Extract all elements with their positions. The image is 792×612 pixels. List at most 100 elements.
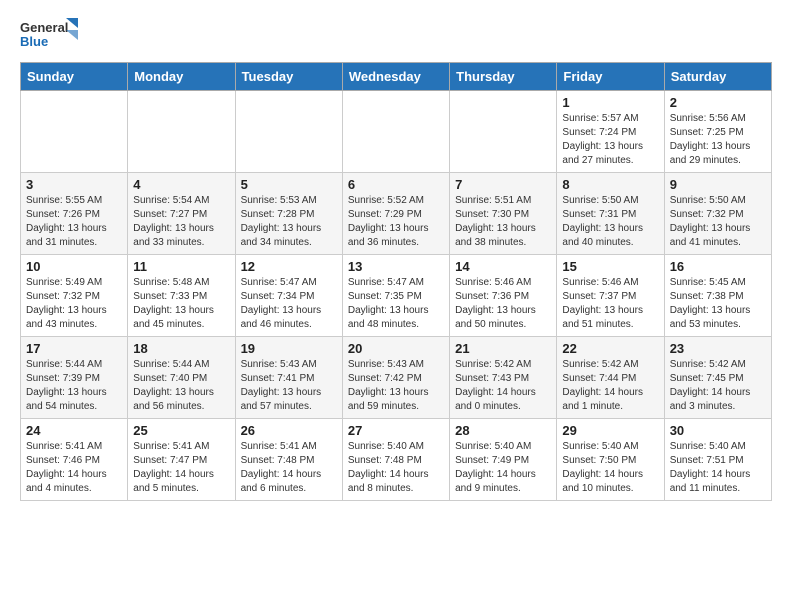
- day-number: 30: [670, 423, 766, 438]
- day-cell: 30 Sunrise: 5:40 AM Sunset: 7:51 PM Dayli…: [664, 419, 771, 501]
- day-header-wednesday: Wednesday: [342, 63, 449, 91]
- day-info: Sunrise: 5:43 AM Sunset: 7:41 PM Dayligh…: [241, 358, 337, 414]
- day-number: 1: [562, 95, 658, 110]
- day-number: 24: [26, 423, 122, 438]
- day-cell: [450, 91, 557, 173]
- day-info: Sunrise: 5:42 AM Sunset: 7:44 PM Dayligh…: [562, 358, 658, 414]
- day-header-monday: Monday: [128, 63, 235, 91]
- day-number: 19: [241, 341, 337, 356]
- day-number: 6: [348, 177, 444, 192]
- day-number: 27: [348, 423, 444, 438]
- day-number: 17: [26, 341, 122, 356]
- day-number: 28: [455, 423, 551, 438]
- day-cell: 16 Sunrise: 5:45 AM Sunset: 7:38 PM Dayli…: [664, 255, 771, 337]
- day-info: Sunrise: 5:41 AM Sunset: 7:47 PM Dayligh…: [133, 440, 229, 496]
- day-cell: 1 Sunrise: 5:57 AM Sunset: 7:24 PM Daylig…: [557, 91, 664, 173]
- week-row-1: 1 Sunrise: 5:57 AM Sunset: 7:24 PM Daylig…: [21, 91, 772, 173]
- day-cell: 2 Sunrise: 5:56 AM Sunset: 7:25 PM Daylig…: [664, 91, 771, 173]
- day-info: Sunrise: 5:51 AM Sunset: 7:30 PM Dayligh…: [455, 194, 551, 250]
- day-number: 2: [670, 95, 766, 110]
- day-number: 14: [455, 259, 551, 274]
- day-number: 25: [133, 423, 229, 438]
- day-number: 20: [348, 341, 444, 356]
- day-cell: 19 Sunrise: 5:43 AM Sunset: 7:41 PM Dayli…: [235, 337, 342, 419]
- day-info: Sunrise: 5:52 AM Sunset: 7:29 PM Dayligh…: [348, 194, 444, 250]
- day-info: Sunrise: 5:50 AM Sunset: 7:32 PM Dayligh…: [670, 194, 766, 250]
- day-info: Sunrise: 5:40 AM Sunset: 7:49 PM Dayligh…: [455, 440, 551, 496]
- day-info: Sunrise: 5:40 AM Sunset: 7:48 PM Dayligh…: [348, 440, 444, 496]
- svg-text:Blue: Blue: [20, 34, 48, 49]
- day-cell: [128, 91, 235, 173]
- day-cell: 15 Sunrise: 5:46 AM Sunset: 7:37 PM Dayli…: [557, 255, 664, 337]
- header: General Blue: [20, 16, 772, 52]
- day-info: Sunrise: 5:40 AM Sunset: 7:51 PM Dayligh…: [670, 440, 766, 496]
- day-number: 3: [26, 177, 122, 192]
- day-cell: 8Sunrise: 5:50 AM Sunset: 7:31 PM Daylig…: [557, 173, 664, 255]
- day-info: Sunrise: 5:46 AM Sunset: 7:37 PM Dayligh…: [562, 276, 658, 332]
- day-cell: 26 Sunrise: 5:41 AM Sunset: 7:48 PM Dayli…: [235, 419, 342, 501]
- day-cell: 28 Sunrise: 5:40 AM Sunset: 7:49 PM Dayli…: [450, 419, 557, 501]
- day-info: Sunrise: 5:56 AM Sunset: 7:25 PM Dayligh…: [670, 112, 766, 168]
- day-number: 21: [455, 341, 551, 356]
- day-header-thursday: Thursday: [450, 63, 557, 91]
- day-cell: [21, 91, 128, 173]
- day-cell: 27 Sunrise: 5:40 AM Sunset: 7:48 PM Dayli…: [342, 419, 449, 501]
- calendar-table: SundayMondayTuesdayWednesdayThursdayFrid…: [20, 62, 772, 501]
- logo: General Blue: [20, 16, 80, 52]
- day-cell: [235, 91, 342, 173]
- day-info: Sunrise: 5:44 AM Sunset: 7:40 PM Dayligh…: [133, 358, 229, 414]
- day-info: Sunrise: 5:55 AM Sunset: 7:26 PM Dayligh…: [26, 194, 122, 250]
- day-number: 29: [562, 423, 658, 438]
- day-cell: 11 Sunrise: 5:48 AM Sunset: 7:33 PM Dayli…: [128, 255, 235, 337]
- day-number: 7: [455, 177, 551, 192]
- day-info: Sunrise: 5:45 AM Sunset: 7:38 PM Dayligh…: [670, 276, 766, 332]
- day-info: Sunrise: 5:44 AM Sunset: 7:39 PM Dayligh…: [26, 358, 122, 414]
- day-cell: 24Sunrise: 5:41 AM Sunset: 7:46 PM Dayli…: [21, 419, 128, 501]
- week-row-4: 17 Sunrise: 5:44 AM Sunset: 7:39 PM Dayli…: [21, 337, 772, 419]
- day-number: 8: [562, 177, 658, 192]
- day-info: Sunrise: 5:47 AM Sunset: 7:34 PM Dayligh…: [241, 276, 337, 332]
- day-cell: 6 Sunrise: 5:52 AM Sunset: 7:29 PM Daylig…: [342, 173, 449, 255]
- week-row-5: 24Sunrise: 5:41 AM Sunset: 7:46 PM Dayli…: [21, 419, 772, 501]
- day-header-friday: Friday: [557, 63, 664, 91]
- day-number: 11: [133, 259, 229, 274]
- day-info: Sunrise: 5:42 AM Sunset: 7:43 PM Dayligh…: [455, 358, 551, 414]
- week-row-3: 10 Sunrise: 5:49 AM Sunset: 7:32 PM Dayli…: [21, 255, 772, 337]
- day-info: Sunrise: 5:54 AM Sunset: 7:27 PM Dayligh…: [133, 194, 229, 250]
- day-cell: 3 Sunrise: 5:55 AM Sunset: 7:26 PM Daylig…: [21, 173, 128, 255]
- day-number: 5: [241, 177, 337, 192]
- week-row-2: 3 Sunrise: 5:55 AM Sunset: 7:26 PM Daylig…: [21, 173, 772, 255]
- day-info: Sunrise: 5:48 AM Sunset: 7:33 PM Dayligh…: [133, 276, 229, 332]
- day-cell: 5Sunrise: 5:53 AM Sunset: 7:28 PM Daylig…: [235, 173, 342, 255]
- day-info: Sunrise: 5:41 AM Sunset: 7:48 PM Dayligh…: [241, 440, 337, 496]
- day-cell: 14Sunrise: 5:46 AM Sunset: 7:36 PM Dayli…: [450, 255, 557, 337]
- day-cell: 25 Sunrise: 5:41 AM Sunset: 7:47 PM Dayli…: [128, 419, 235, 501]
- day-cell: 4 Sunrise: 5:54 AM Sunset: 7:27 PM Daylig…: [128, 173, 235, 255]
- day-info: Sunrise: 5:57 AM Sunset: 7:24 PM Dayligh…: [562, 112, 658, 168]
- day-number: 12: [241, 259, 337, 274]
- day-cell: 23 Sunrise: 5:42 AM Sunset: 7:45 PM Dayli…: [664, 337, 771, 419]
- day-header-sunday: Sunday: [21, 63, 128, 91]
- day-header-tuesday: Tuesday: [235, 63, 342, 91]
- day-number: 4: [133, 177, 229, 192]
- day-cell: 9Sunrise: 5:50 AM Sunset: 7:32 PM Daylig…: [664, 173, 771, 255]
- svg-text:General: General: [20, 20, 68, 35]
- day-number: 16: [670, 259, 766, 274]
- day-cell: 29Sunrise: 5:40 AM Sunset: 7:50 PM Dayli…: [557, 419, 664, 501]
- day-cell: 20Sunrise: 5:43 AM Sunset: 7:42 PM Dayli…: [342, 337, 449, 419]
- day-cell: 21 Sunrise: 5:42 AM Sunset: 7:43 PM Dayli…: [450, 337, 557, 419]
- day-number: 22: [562, 341, 658, 356]
- day-info: Sunrise: 5:42 AM Sunset: 7:45 PM Dayligh…: [670, 358, 766, 414]
- day-cell: 22 Sunrise: 5:42 AM Sunset: 7:44 PM Dayli…: [557, 337, 664, 419]
- day-info: Sunrise: 5:49 AM Sunset: 7:32 PM Dayligh…: [26, 276, 122, 332]
- day-cell: 12 Sunrise: 5:47 AM Sunset: 7:34 PM Dayli…: [235, 255, 342, 337]
- day-cell: 18Sunrise: 5:44 AM Sunset: 7:40 PM Dayli…: [128, 337, 235, 419]
- day-header-saturday: Saturday: [664, 63, 771, 91]
- day-info: Sunrise: 5:47 AM Sunset: 7:35 PM Dayligh…: [348, 276, 444, 332]
- day-number: 13: [348, 259, 444, 274]
- day-number: 23: [670, 341, 766, 356]
- day-number: 26: [241, 423, 337, 438]
- day-number: 15: [562, 259, 658, 274]
- logo-svg: General Blue: [20, 16, 80, 52]
- day-number: 10: [26, 259, 122, 274]
